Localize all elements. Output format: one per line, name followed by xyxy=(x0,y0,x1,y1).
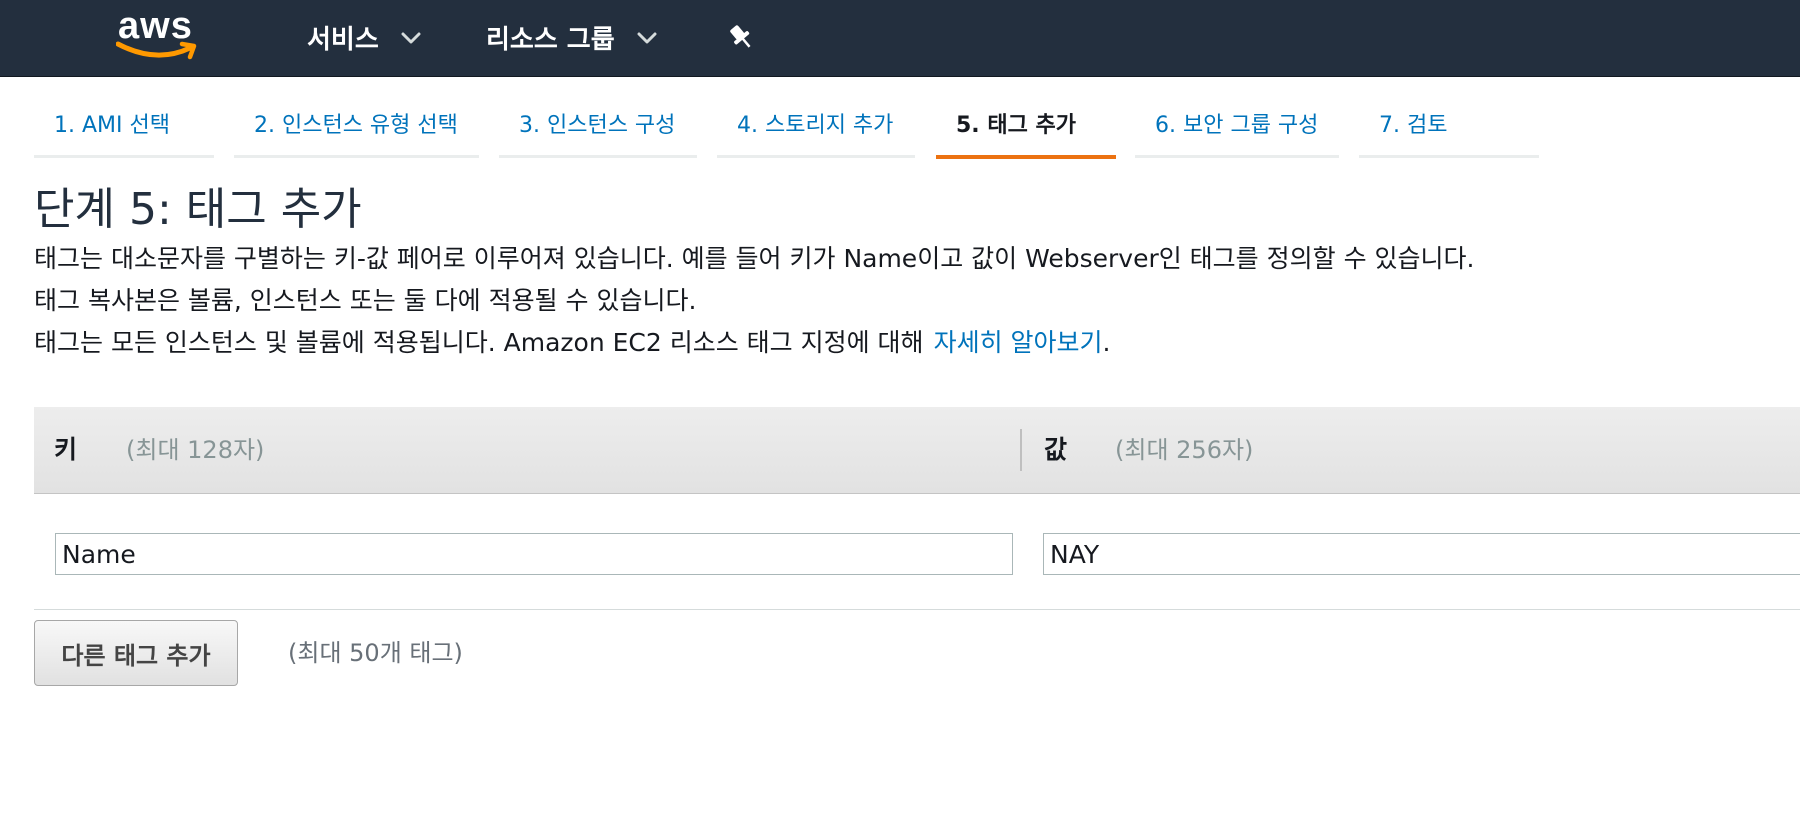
step-add-tags[interactable]: 5. 태그 추가 xyxy=(936,108,1116,159)
resource-groups-menu[interactable]: 리소스 그룹 xyxy=(486,16,657,58)
tag-table-header: 키 (최대 128자) 값 (최대 256자) xyxy=(34,407,1800,494)
max-tags-hint: (최대 50개 태그) xyxy=(288,639,463,667)
step-configure-instance[interactable]: 3. 인스턴스 구성 xyxy=(499,108,697,158)
key-column-hint: (최대 128자) xyxy=(126,436,265,464)
step-review[interactable]: 7. 검토 xyxy=(1359,108,1539,158)
description-line-1: 태그는 대소문자를 구별하는 키-값 페어로 이루어져 있습니다. 예를 들어 … xyxy=(34,244,1475,273)
top-navigation-bar: aws 서비스 리소스 그룹 xyxy=(0,0,1800,77)
table-row xyxy=(34,493,1800,610)
description-line-3: 태그는 모든 인스턴스 및 볼륨에 적용됩니다. Amazon EC2 리소스 … xyxy=(34,326,1110,360)
services-menu-label: 서비스 xyxy=(307,24,379,55)
step-choose-ami[interactable]: 1. AMI 선택 xyxy=(34,108,214,158)
description-line-3-text: 태그는 모든 인스턴스 및 볼륨에 적용됩니다. Amazon EC2 리소스 … xyxy=(34,328,924,357)
step-configure-security-group[interactable]: 6. 보안 그룹 구성 xyxy=(1135,108,1339,158)
page-title: 단계 5: 태그 추가 xyxy=(34,184,362,235)
column-divider[interactable] xyxy=(1020,429,1022,471)
step-label: 6. 보안 그룹 구성 xyxy=(1155,113,1319,138)
step-label: 2. 인스턴스 유형 선택 xyxy=(254,113,458,138)
step-label: 4. 스토리지 추가 xyxy=(737,113,894,138)
step-label: 5. 태그 추가 xyxy=(956,113,1076,138)
chevron-down-icon xyxy=(637,32,657,44)
tag-key-input[interactable] xyxy=(55,533,1013,575)
aws-logo[interactable]: aws xyxy=(116,6,202,62)
description-line-2: 태그 복사본은 볼륨, 인스턴스 또는 둘 다에 적용될 수 있습니다. xyxy=(34,286,697,315)
services-menu[interactable]: 서비스 xyxy=(307,16,421,58)
description-line-3-suffix: . xyxy=(1102,328,1111,357)
key-column-label: 키 xyxy=(54,435,78,464)
value-column-label: 값 xyxy=(1044,435,1068,464)
learn-more-link[interactable]: 자세히 알아보기 xyxy=(934,328,1103,357)
step-label: 3. 인스턴스 구성 xyxy=(519,113,676,138)
add-another-tag-button[interactable]: 다른 태그 추가 xyxy=(34,620,238,686)
step-choose-instance-type[interactable]: 2. 인스턴스 유형 선택 xyxy=(234,108,479,158)
step-add-storage[interactable]: 4. 스토리지 추가 xyxy=(717,108,915,158)
chevron-down-icon xyxy=(401,32,421,44)
pin-icon[interactable] xyxy=(726,22,756,52)
step-label: 7. 검토 xyxy=(1379,113,1448,138)
resource-groups-menu-label: 리소스 그룹 xyxy=(486,24,615,55)
aws-smile-logo xyxy=(116,41,197,60)
tag-value-input[interactable] xyxy=(1043,533,1800,575)
step-label: 1. AMI 선택 xyxy=(54,113,170,138)
value-column-hint: (최대 256자) xyxy=(1115,436,1254,464)
